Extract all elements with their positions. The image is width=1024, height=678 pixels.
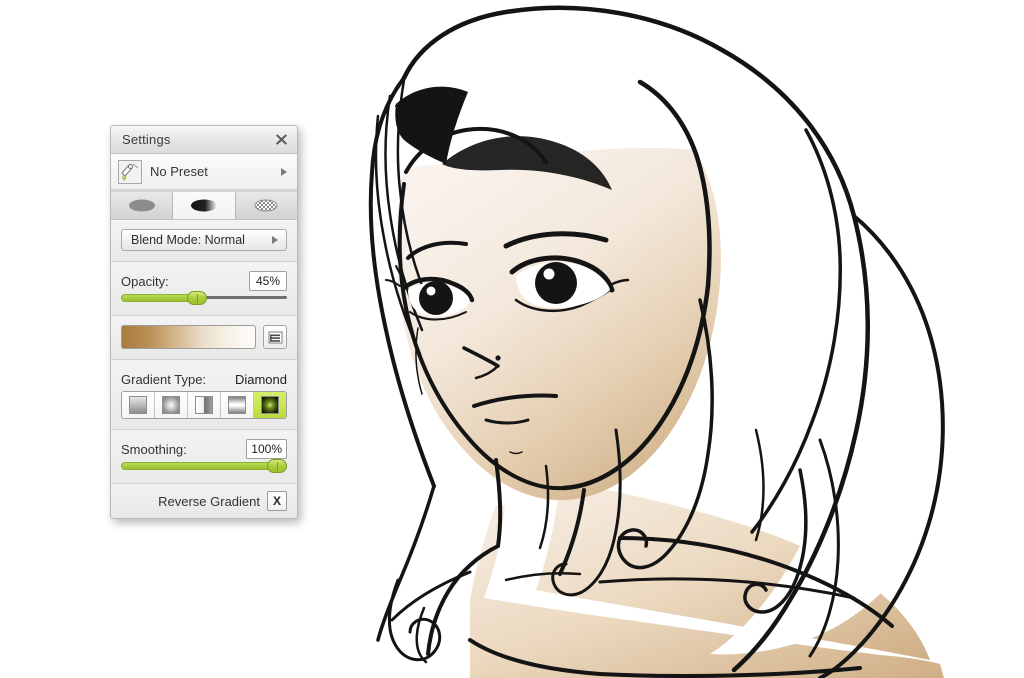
settings-panel[interactable]: Settings No Preset Blend Mode: Normal Op… [110, 125, 298, 519]
smoothing-slider-fill [121, 462, 277, 470]
gradient-tab[interactable] [173, 192, 236, 219]
gradient-ellipse-icon [190, 199, 217, 212]
radial-gradient-type[interactable] [155, 392, 188, 418]
opacity-slider[interactable] [121, 291, 287, 305]
pattern-tab[interactable] [235, 192, 297, 219]
blend-mode-section: Blend Mode: Normal [111, 220, 297, 262]
fill-type-tabs[interactable] [111, 190, 297, 220]
smoothing-section: Smoothing: 100% [111, 430, 297, 484]
gradient-menu-button[interactable] [263, 325, 287, 349]
reflected-gradient-type[interactable] [221, 392, 254, 418]
list-menu-icon [268, 331, 282, 343]
linear-gradient-type[interactable] [122, 392, 155, 418]
solid-ellipse-icon [128, 199, 155, 212]
gradient-preview-section [111, 316, 297, 360]
preset-label: No Preset [150, 164, 208, 179]
opacity-slider-fill [121, 294, 197, 302]
opacity-value[interactable]: 45% [249, 271, 287, 291]
preset-selector-row[interactable]: No Preset [111, 154, 297, 190]
reverse-gradient-row[interactable]: Reverse Gradient X [111, 484, 297, 518]
gradient-type-selected-name: Diamond [234, 372, 287, 387]
smoothing-slider-knob[interactable] [267, 459, 287, 473]
gradient-type-section: Gradient Type: Diamond [111, 360, 297, 430]
solid-color-tab[interactable] [111, 192, 174, 219]
opacity-label: Opacity: [121, 274, 169, 289]
reverse-gradient-label: Reverse Gradient [158, 493, 260, 509]
smoothing-slider[interactable] [121, 459, 287, 473]
reverse-gradient-checkbox[interactable]: X [267, 491, 287, 511]
gradient-type-label: Gradient Type: [121, 372, 207, 387]
blend-mode-dropdown[interactable]: Blend Mode: Normal [121, 229, 287, 251]
smoothing-label: Smoothing: [121, 442, 187, 457]
triangle-right-icon [272, 236, 278, 244]
gradient-type-buttons[interactable] [121, 391, 287, 419]
smoothing-value[interactable]: 100% [246, 439, 287, 459]
preset-thumbnail-icon [118, 159, 142, 184]
panel-title: Settings [122, 132, 171, 147]
diamond-gradient-type[interactable] [254, 392, 286, 418]
triangle-right-icon[interactable] [281, 167, 287, 176]
checkered-ellipse-icon [254, 199, 278, 212]
panel-header[interactable]: Settings [111, 126, 297, 154]
linear-horizontal-gradient-type[interactable] [188, 392, 221, 418]
close-icon[interactable] [272, 131, 290, 149]
gradient-preview-bar[interactable] [121, 325, 256, 349]
blend-mode-label: Blend Mode: Normal [131, 233, 245, 247]
opacity-section: Opacity: 45% [111, 262, 297, 316]
opacity-slider-knob[interactable] [186, 291, 207, 305]
app-canvas: Settings No Preset Blend Mode: Normal Op… [0, 0, 1024, 678]
